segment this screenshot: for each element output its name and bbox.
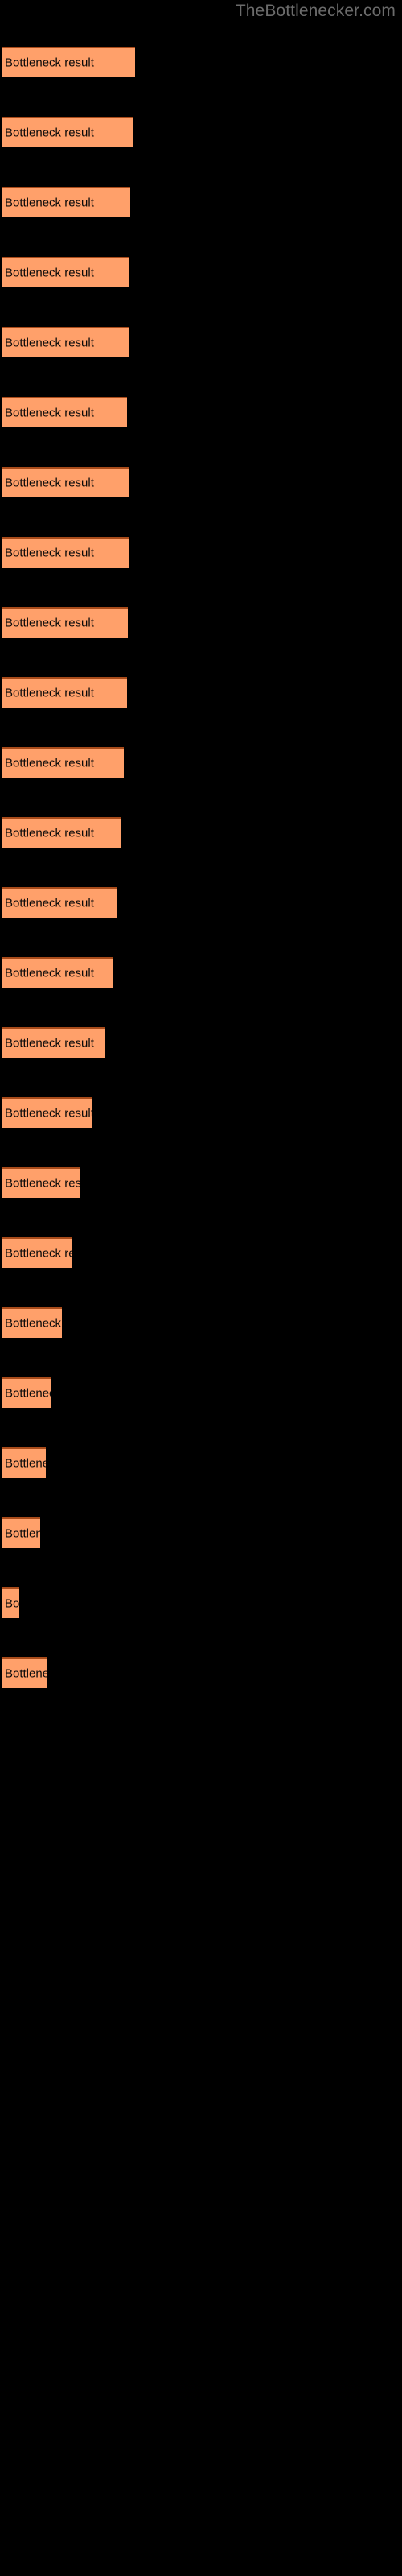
bar-row: Bottleneck result (0, 607, 402, 639)
bar-label: Bottleneck result (5, 686, 94, 700)
bar-label: Bottleneck result (5, 1106, 92, 1121)
bar[interactable]: Bottleneck result (2, 887, 117, 918)
bar-row: Bottleneck result (0, 397, 402, 429)
bar[interactable]: Bottleneck result (2, 327, 129, 357)
bar-row: Bottleneck result (0, 1587, 402, 1620)
bar[interactable]: Bottleneck result (2, 747, 124, 778)
bar[interactable]: Bottleneck result (2, 1517, 40, 1548)
bar-label: Bottleneck result (5, 1386, 51, 1401)
bar-label: Bottleneck result (5, 546, 94, 560)
bar[interactable]: Bottleneck result (2, 397, 127, 427)
bar-label: Bottleneck result (5, 1666, 47, 1681)
bar-row: Bottleneck result (0, 887, 402, 919)
bar-row: Bottleneck result (0, 1377, 402, 1410)
bar[interactable]: Bottleneck result (2, 257, 129, 287)
bar-label: Bottleneck result (5, 336, 94, 350)
bar-label: Bottleneck result (5, 1596, 19, 1611)
bar[interactable]: Bottleneck result (2, 817, 121, 848)
bar-row: Bottleneck result (0, 1657, 402, 1690)
bar-row: Bottleneck result (0, 257, 402, 289)
bar-row: Bottleneck result (0, 467, 402, 499)
bar-label: Bottleneck result (5, 756, 94, 770)
bar-label: Bottleneck result (5, 966, 94, 980)
bar-row: Bottleneck result (0, 1027, 402, 1059)
bar-label: Bottleneck result (5, 1246, 72, 1261)
bar[interactable]: Bottleneck result (2, 467, 129, 497)
bar[interactable]: Bottleneck result (2, 1307, 62, 1338)
bar-label: Bottleneck result (5, 476, 94, 490)
bar-label: Bottleneck result (5, 1456, 46, 1471)
bar-row: Bottleneck result (0, 1447, 402, 1480)
bar-label: Bottleneck result (5, 1036, 94, 1051)
bar-row: Bottleneck result (0, 747, 402, 779)
bar-row: Bottleneck result (0, 1307, 402, 1340)
bar-label: Bottleneck result (5, 196, 94, 210)
bar-label: Bottleneck result (5, 1316, 62, 1331)
bar[interactable]: Bottleneck result (2, 1237, 72, 1268)
bar-label: Bottleneck result (5, 56, 94, 70)
bar-label: Bottleneck result (5, 826, 94, 840)
bar-label: Bottleneck result (5, 126, 94, 140)
bar-row: Bottleneck result (0, 677, 402, 709)
bar-row: Bottleneck result (0, 817, 402, 849)
bar-chart-plot-area: Bottleneck result Bottleneck result Bottle… (0, 0, 402, 1739)
chart-root: TheBottlenecker.com Bottleneck result Bot… (0, 0, 402, 2576)
bar[interactable]: Bottleneck result (2, 117, 133, 147)
bar-label: Bottleneck result (5, 266, 94, 280)
bar[interactable]: Bottleneck result (2, 677, 127, 708)
bar-row: Bottleneck result (0, 537, 402, 569)
bar-row: Bottleneck result (0, 327, 402, 359)
bar-label: Bottleneck result (5, 896, 94, 910)
bar-label: Bottleneck result (5, 616, 94, 630)
bar[interactable]: Bottleneck result (2, 1377, 51, 1408)
bar-row: Bottleneck result (0, 1167, 402, 1199)
bar-row: Bottleneck result (0, 1517, 402, 1550)
bar-label: Bottleneck result (5, 1176, 80, 1191)
bar[interactable]: Bottleneck result (2, 1027, 105, 1058)
bar-label: Bottleneck result (5, 1526, 40, 1541)
bar-row: Bottleneck result (0, 187, 402, 219)
bar-row: Bottleneck result (0, 117, 402, 149)
bar[interactable]: Bottleneck result (2, 187, 130, 217)
bar[interactable]: Bottleneck result (2, 537, 129, 568)
bar[interactable]: Bottleneck result (2, 47, 135, 77)
bar-row: Bottleneck result (0, 1097, 402, 1129)
bar[interactable]: Bottleneck result (2, 607, 128, 638)
bar[interactable]: Bottleneck result (2, 1587, 19, 1618)
bar-label: Bottleneck result (5, 406, 94, 420)
bar[interactable]: Bottleneck result (2, 1657, 47, 1688)
bar[interactable]: Bottleneck result (2, 1167, 80, 1198)
bar[interactable]: Bottleneck result (2, 957, 113, 988)
bar-row: Bottleneck result (0, 1237, 402, 1269)
bar-row: Bottleneck result (0, 47, 402, 79)
bar[interactable]: Bottleneck result (2, 1097, 92, 1128)
bar[interactable]: Bottleneck result (2, 1447, 46, 1478)
bar-row: Bottleneck result (0, 957, 402, 989)
